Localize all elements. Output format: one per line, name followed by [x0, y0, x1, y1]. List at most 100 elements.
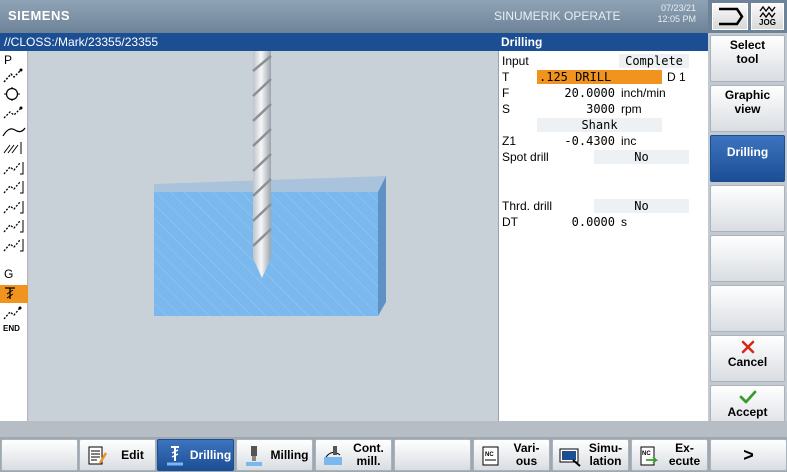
date-text: 07/23/21 [660, 3, 696, 13]
execute-label: Ex- ecute [668, 441, 701, 468]
empty-vertical-button-6[interactable] [710, 285, 785, 332]
spot-drill-label: Spot drill [502, 150, 549, 164]
feed-field[interactable]: 20.0000 [537, 86, 617, 100]
form-title-bar: Drilling [498, 33, 708, 51]
next-softkeys-label: > [743, 444, 754, 465]
reference-point-field[interactable]: Shank [537, 118, 662, 132]
spindle-unit: rpm [621, 102, 642, 116]
strip-drilling-icon [5, 287, 15, 299]
graphic-view-button[interactable]: Graphic view [710, 85, 785, 132]
edit-label: Edit [121, 447, 144, 462]
drilling-vertical-label: Drilling [726, 145, 769, 159]
strip-cycle5-icon[interactable] [1, 218, 27, 234]
tool-d-number: D 1 [667, 70, 686, 84]
milling-button[interactable]: Milling [236, 439, 313, 471]
simulation-button[interactable]: Simu- lation [552, 439, 629, 471]
strip-cycle4-icon[interactable] [1, 199, 27, 215]
simulation-icon [559, 448, 581, 467]
simulation-label: Simu- lation [588, 441, 623, 468]
parameter-form: Input Complete T .125 DRILL D 1 F 20.000… [498, 51, 708, 421]
strip-end-label: END [3, 324, 20, 333]
cycle-graphic [29, 51, 498, 421]
spindle-label: S [502, 102, 511, 116]
empty-vertical-button-4[interactable] [710, 185, 785, 232]
svg-text:NC: NC [485, 452, 494, 458]
strip-selected-drilling[interactable] [0, 285, 28, 303]
edit-button[interactable]: Edit [79, 439, 156, 471]
drilling-button[interactable]: Drilling [157, 439, 234, 471]
spot-drill-field[interactable]: No [594, 150, 689, 164]
contour-milling-button[interactable]: Cont. mill. [315, 439, 392, 471]
program-path: //CLOSS:/Mark/23355/23355 [4, 35, 159, 49]
time-text: 12:05 PM [657, 14, 696, 24]
strip-cycle3-icon[interactable] [1, 179, 27, 195]
milling-icon [246, 446, 262, 466]
strip-g-letter: G [4, 267, 14, 281]
accept-label: Accept [727, 405, 768, 419]
header-bar: SIEMENS SINUMERIK OPERATE 07/23/21 12:05… [0, 0, 708, 33]
execute-button[interactable]: NC Ex- ecute [631, 439, 708, 471]
dwell-field[interactable]: 0.0000 [537, 215, 617, 229]
jog-label: JOG [759, 18, 776, 27]
feed-unit: inch/min [621, 86, 666, 100]
empty-vertical-button-5[interactable] [710, 235, 785, 282]
next-softkeys-button[interactable]: > [710, 439, 787, 471]
strip-cycle6-icon[interactable] [1, 237, 27, 253]
svg-text:NC: NC [642, 451, 651, 457]
program-path-bar: //CLOSS:/Mark/23355/23355 [0, 33, 498, 51]
spindle-field[interactable]: 3000 [537, 102, 617, 116]
dwell-label: DT [502, 215, 518, 229]
workpiece-drill-illustration [154, 51, 386, 316]
feed-label: F [502, 86, 510, 100]
thread-drill-field[interactable]: No [594, 199, 689, 213]
input-mode-field[interactable]: Complete [619, 54, 689, 68]
cancel-label: Cancel [727, 355, 768, 369]
strip-cycle2-icon[interactable] [1, 160, 27, 176]
date-time: 07/23/21 12:05 PM [648, 3, 696, 25]
cancel-x-icon [741, 340, 755, 354]
tool-field[interactable]: .125 DRILL [537, 70, 662, 84]
brand-logo: SIEMENS [8, 8, 71, 23]
strip-cycle-drill-icon[interactable] [1, 68, 27, 84]
strip-circle-icon[interactable] [1, 86, 27, 102]
various-label: Vari- ous [513, 441, 540, 468]
strip-path-icon[interactable] [1, 104, 27, 120]
tool-label: T [502, 70, 510, 84]
strip-p-letter: P [4, 53, 13, 67]
jog-mode-button[interactable]: JOG [751, 3, 784, 30]
jog-wave-icon [759, 5, 776, 19]
empty-horizontal-button-1[interactable] [1, 439, 78, 471]
nc-execute-icon: NC [640, 446, 659, 466]
accept-check-icon [739, 390, 757, 404]
z1-unit: inc [621, 134, 637, 148]
select-tool-button[interactable]: Select tool [710, 35, 785, 82]
area-switch-button[interactable] [712, 3, 748, 30]
area-switch-icon [719, 7, 744, 26]
thread-drill-label: Thrd. drill [502, 199, 553, 213]
contour-milling-icon [324, 446, 342, 465]
various-button[interactable]: NC Vari- ous [473, 439, 550, 471]
strip-cycle7-icon[interactable] [1, 305, 27, 321]
graphic-view-label-2: view [734, 102, 761, 116]
select-tool-label-2: tool [736, 52, 759, 66]
drilling-icon [167, 446, 183, 466]
cancel-button[interactable]: Cancel [710, 335, 785, 382]
milling-label: Milling [270, 447, 309, 462]
z1-label: Z1 [502, 134, 517, 148]
input-label: Input [502, 54, 529, 68]
empty-horizontal-button-6[interactable] [394, 439, 471, 471]
nc-various-icon: NC [482, 446, 499, 466]
drilling-vertical-button[interactable]: Drilling [710, 135, 785, 182]
dwell-unit: s [621, 215, 627, 229]
edit-icon [88, 446, 108, 465]
form-title: Drilling [501, 35, 543, 49]
strip-contour-icon[interactable] [1, 124, 27, 140]
select-tool-label-1: Select [729, 38, 766, 52]
contour-milling-label: Cont. mill. [353, 441, 384, 468]
drilling-label: Drilling [189, 447, 232, 462]
strip-hatch-icon[interactable] [1, 140, 27, 156]
status-line [0, 421, 787, 437]
z1-field[interactable]: -0.4300 [537, 134, 617, 148]
cycle-strip: P G END [0, 51, 28, 421]
graphic-view-label-1: Graphic [724, 88, 771, 102]
